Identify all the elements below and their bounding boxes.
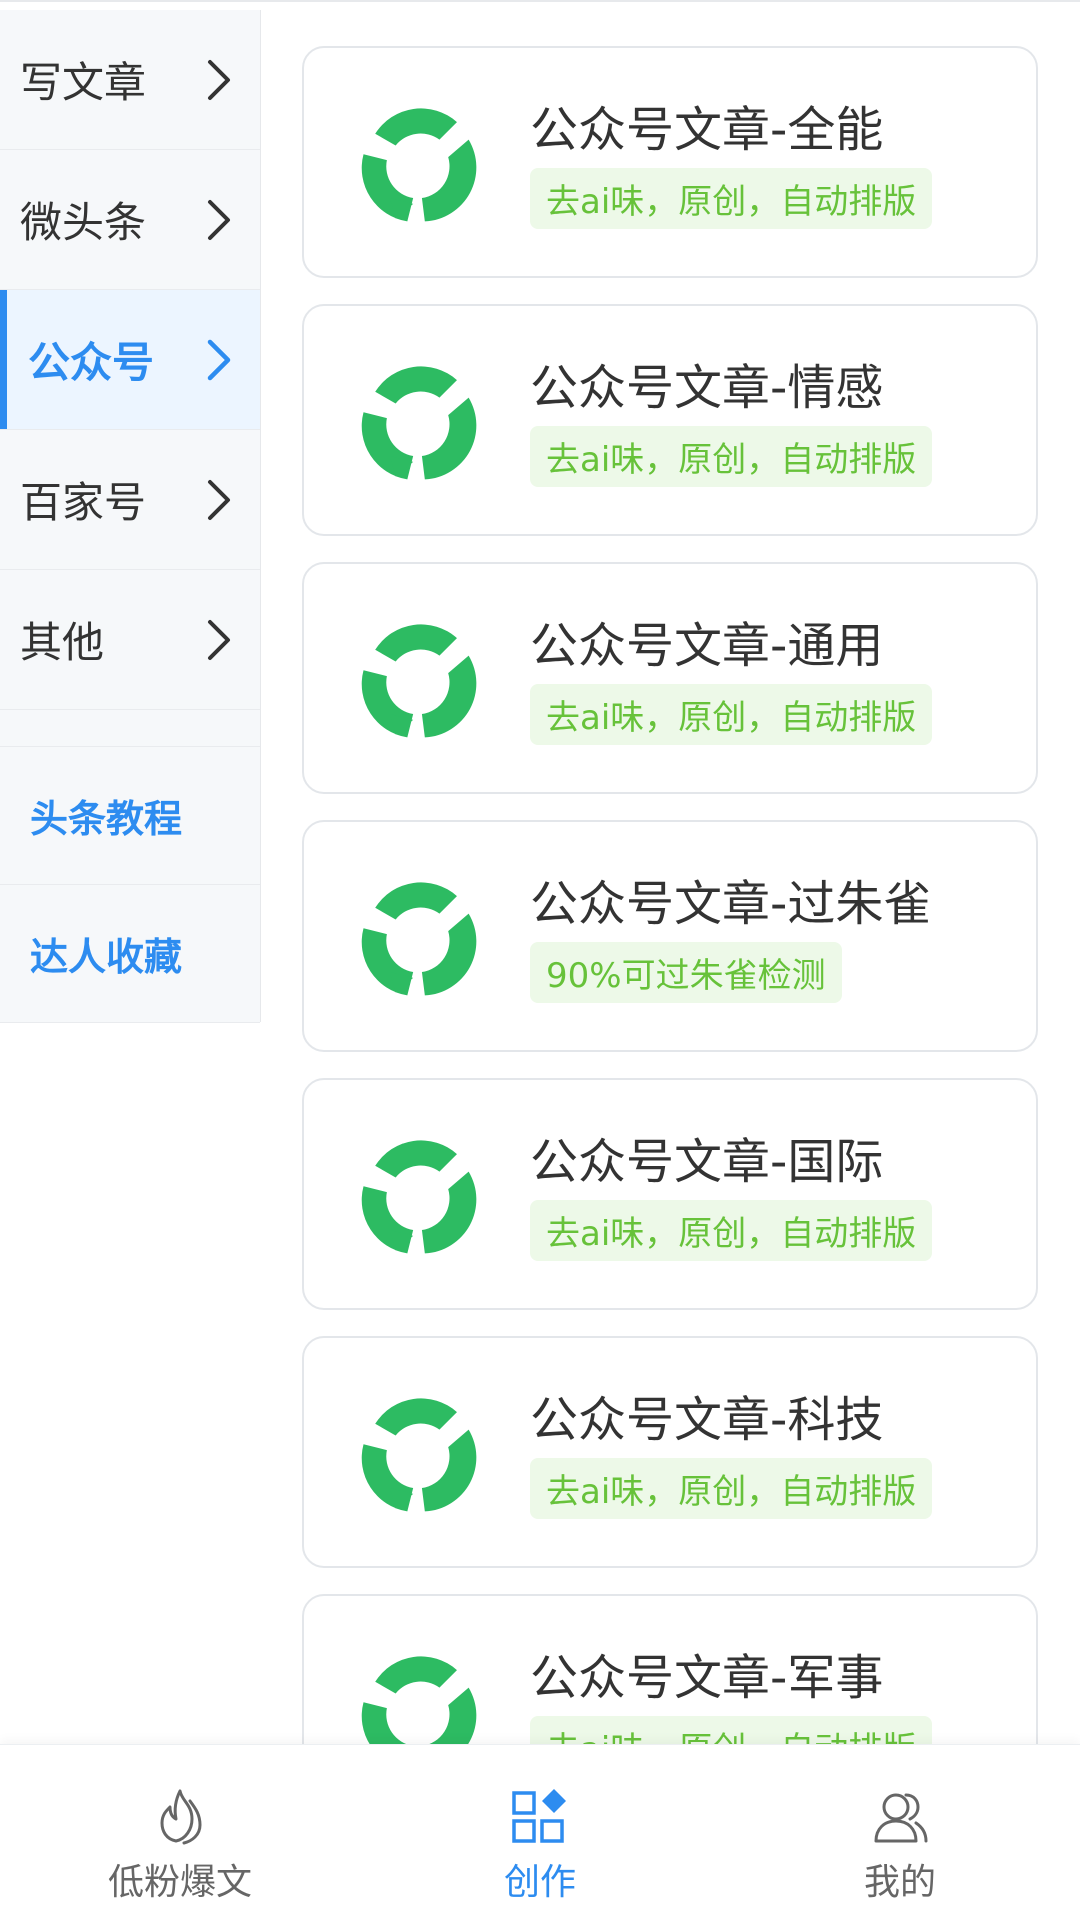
sidebar-item-label: 写文章 (20, 58, 147, 107)
card-title: 公众号文章-通用 (530, 618, 884, 674)
sidebar-link-label: 头条教程 (30, 797, 183, 841)
wechat-official-account-logo-icon (361, 1140, 477, 1254)
sidebar-item-other[interactable]: 其他 (0, 570, 260, 710)
sidebar-item-baijiahao[interactable]: 百家号 (0, 430, 260, 570)
top-divider (0, 0, 1080, 2)
tab-label: 低粉爆文 (107, 1862, 252, 1903)
sidebar-item-label: 公众号 (28, 338, 155, 387)
tab-mine[interactable]: 我的 (720, 1745, 1080, 1920)
app-root: 写文章 微头条 公众号 百家号 其他 头条教程 达人收藏 公众号文章-全能 去a… (0, 0, 1080, 1920)
chevron-right-icon (204, 58, 234, 102)
chevron-right-icon (204, 478, 234, 522)
users-icon (874, 1793, 928, 1843)
chevron-right-icon (204, 198, 234, 242)
sidebar-spacer (0, 710, 260, 747)
card-title: 公众号文章-军事 (530, 1650, 884, 1706)
card-title: 公众号文章-情感 (530, 360, 884, 416)
wechat-official-account-logo-icon (361, 624, 477, 738)
sidebar-item-micro-headline[interactable]: 微头条 (0, 150, 260, 290)
sidebar-item-label: 其他 (20, 618, 105, 667)
sidebar-item-official-account[interactable]: 公众号 (0, 290, 260, 430)
chevron-right-icon (204, 618, 234, 662)
template-card[interactable]: 公众号文章-情感 去ai味，原创，自动排版 (302, 304, 1038, 536)
card-title: 公众号文章-科技 (530, 1392, 884, 1448)
tab-create[interactable]: 创作 (360, 1745, 720, 1920)
wechat-official-account-logo-icon (361, 366, 477, 480)
sidebar-item-write-article[interactable]: 写文章 (0, 10, 260, 150)
chevron-right-icon (204, 338, 234, 382)
template-card[interactable]: 公众号文章-科技 去ai味，原创，自动排版 (302, 1336, 1038, 1568)
card-tag: 去ai味，原创，自动排版 (530, 426, 933, 487)
sidebar-link-label: 达人收藏 (30, 935, 183, 979)
sidebar-link-headline-tutorial[interactable]: 头条教程 (0, 747, 260, 885)
wechat-official-account-logo-icon (361, 108, 477, 222)
card-tag: 90%可过朱雀检测 (530, 942, 842, 1003)
flame-icon (160, 1789, 202, 1845)
tab-label: 我的 (863, 1862, 936, 1903)
sidebar-item-label: 百家号 (20, 478, 147, 527)
card-tag: 去ai味，原创，自动排版 (530, 1458, 933, 1519)
card-tag: 去ai味，原创，自动排版 (530, 684, 933, 745)
template-card-list: 公众号文章-全能 去ai味，原创，自动排版 公众号文章-情感 去ai味，原创，自… (302, 46, 1038, 1852)
bottom-tab-bar: 低粉爆文 创作 我的 (0, 1744, 1080, 1920)
sidebar-link-expert-favorites[interactable]: 达人收藏 (0, 885, 260, 1023)
template-card[interactable]: 公众号文章-通用 去ai味，原创，自动排版 (302, 562, 1038, 794)
template-card[interactable]: 公众号文章-过朱雀 90%可过朱雀检测 (302, 820, 1038, 1052)
apps-icon (512, 1789, 566, 1843)
tab-low-fan-hits[interactable]: 低粉爆文 (0, 1745, 360, 1920)
tab-label: 创作 (503, 1862, 576, 1903)
wechat-official-account-logo-icon (361, 1398, 477, 1512)
template-card[interactable]: 公众号文章-国际 去ai味，原创，自动排版 (302, 1078, 1038, 1310)
card-title: 公众号文章-过朱雀 (530, 876, 932, 932)
card-title: 公众号文章-国际 (530, 1134, 884, 1190)
card-tag: 去ai味，原创，自动排版 (530, 168, 933, 229)
wechat-official-account-logo-icon (361, 882, 477, 996)
card-title: 公众号文章-全能 (530, 102, 884, 158)
template-card[interactable]: 公众号文章-全能 去ai味，原创，自动排版 (302, 46, 1038, 278)
sidebar: 写文章 微头条 公众号 百家号 其他 头条教程 达人收藏 (0, 10, 261, 1023)
card-tag: 去ai味，原创，自动排版 (530, 1200, 933, 1261)
sidebar-item-label: 微头条 (20, 198, 147, 247)
